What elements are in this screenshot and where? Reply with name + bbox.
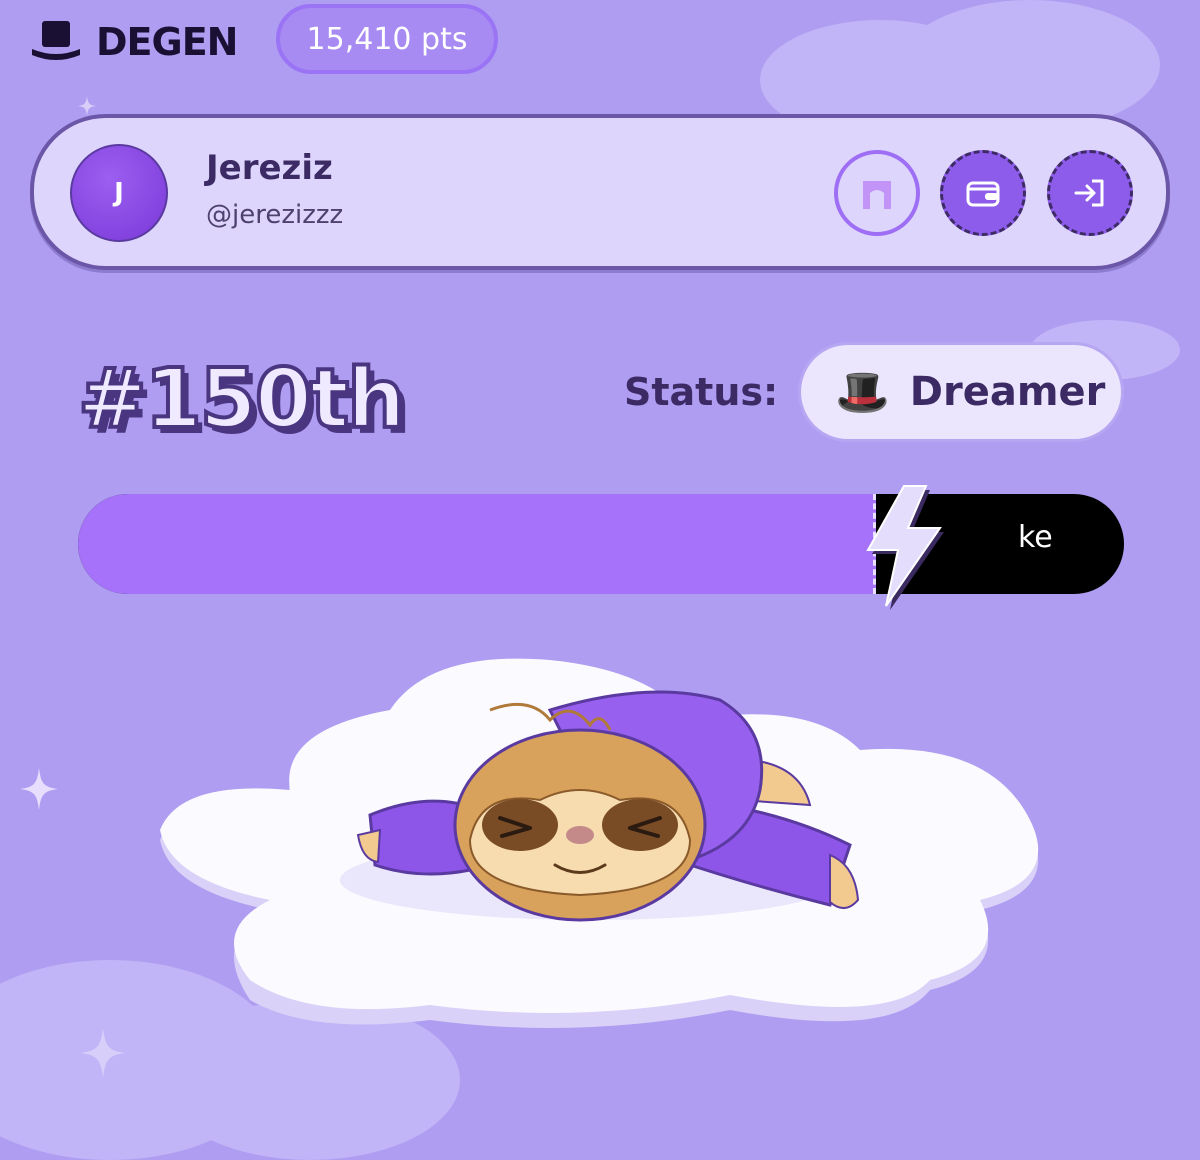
user-handle: @jerezizzz (206, 200, 344, 230)
background-cloud (900, 0, 1160, 130)
logout-icon (1074, 179, 1104, 207)
status-name: Dreamer (909, 369, 1106, 415)
progress-bar[interactable]: ke (78, 494, 1124, 594)
rank-label: #150th (76, 350, 407, 449)
sparkle-icon (78, 96, 96, 116)
wallet-icon (966, 181, 1000, 207)
progress-fill (78, 494, 876, 594)
status-badge: 🎩 Dreamer (798, 342, 1124, 442)
gate-button[interactable] (834, 150, 920, 236)
top-hat-emoji: 🎩 (835, 367, 890, 418)
sleeping-sloth-illustration (160, 658, 1039, 1028)
logout-button[interactable] (1047, 150, 1133, 236)
avatar[interactable]: J (70, 144, 168, 242)
sparkle-icon (80, 1028, 126, 1078)
wallet-button[interactable] (940, 150, 1026, 236)
logo[interactable]: DEGEN (30, 20, 238, 64)
status-label: Status: (624, 370, 779, 414)
logo-text: DEGEN (96, 20, 238, 64)
sparkle-icon (20, 768, 58, 810)
profile-card: J Jereziz @jerezizzz (30, 114, 1170, 270)
user-name: Jereziz (206, 148, 333, 188)
progress-text: ke (1018, 520, 1053, 555)
top-hat-icon (32, 21, 80, 60)
lightning-bolt-icon (866, 485, 944, 610)
gate-icon (863, 181, 891, 209)
points-badge: 15,410 pts (276, 4, 498, 74)
